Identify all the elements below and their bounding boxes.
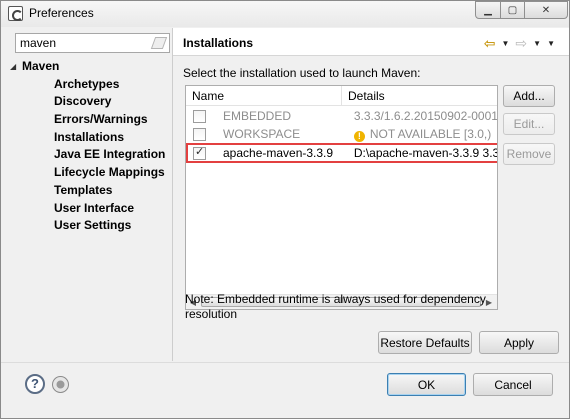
tree-item-archetypes[interactable]: Archetypes	[10, 76, 170, 94]
forward-arrow-icon[interactable]: ⇨	[515, 35, 527, 52]
preferences-tree: ◢ Maven Archetypes Discovery Errors/Warn…	[10, 58, 170, 235]
tree-item-java-ee-integration[interactable]: Java EE Integration	[10, 146, 170, 164]
edit-button[interactable]: Edit...	[503, 113, 555, 135]
tree-item-installations[interactable]: Installations	[10, 129, 170, 147]
window-title: Preferences	[29, 6, 94, 20]
row-name: EMBEDDED	[223, 109, 292, 123]
table-header: Name Details	[186, 86, 497, 106]
installations-page: Installations ⇦ ▼ ⇨ ▼ ▼ Select the insta…	[173, 28, 569, 361]
instruction-text: Select the installation used to launch M…	[183, 66, 421, 80]
warning-icon: !	[353, 130, 365, 142]
table-row[interactable]: WORKSPACE ! NOT AVAILABLE [3.0,)	[186, 125, 497, 143]
row-details-cell: ! NOT AVAILABLE [3.0,)	[345, 126, 497, 142]
tree-item-errors-warnings[interactable]: Errors/Warnings	[10, 111, 170, 129]
row-details: D:\apache-maven-3.3.9 3.3.9	[353, 146, 498, 160]
row-name: WORKSPACE	[223, 127, 301, 141]
page-header: Installations ⇦ ▼ ⇨ ▼ ▼	[173, 28, 569, 56]
tree-item-user-settings[interactable]: User Settings	[10, 217, 170, 235]
row-name: apache-maven-3.3.9	[223, 146, 334, 160]
collapse-triangle-icon[interactable]: ◢	[10, 58, 16, 76]
table-row-selected[interactable]: apache-maven-3.3.9 D:\apache-maven-3.3.9…	[186, 143, 498, 163]
column-header-details[interactable]: Details	[342, 86, 497, 106]
row-checkbox-checked[interactable]	[193, 145, 206, 160]
tree-item-label: Maven	[22, 59, 60, 73]
remove-button[interactable]: Remove	[503, 143, 555, 165]
embedded-note: Note: Embedded runtime is always used fo…	[185, 292, 486, 321]
restore-defaults-button[interactable]: Restore Defaults	[378, 331, 472, 354]
forward-menu-chevron-down-icon[interactable]: ▼	[533, 39, 541, 48]
close-button[interactable]: ✕	[524, 1, 568, 19]
tree-item-discovery[interactable]: Discovery	[10, 93, 170, 111]
title-bar: Preferences ▁ ▢ ✕	[1, 1, 569, 27]
ok-button[interactable]: OK	[387, 373, 466, 396]
filter-text: maven	[20, 36, 57, 50]
eclipse-app-icon	[8, 6, 23, 21]
filter-input[interactable]: maven	[15, 33, 170, 53]
add-button[interactable]: Add...	[503, 85, 555, 107]
history-nav: ⇦ ▼ ⇨ ▼ ▼	[484, 35, 555, 52]
clear-filter-icon[interactable]	[150, 37, 168, 49]
page-title: Installations	[183, 36, 254, 50]
footer-divider	[1, 362, 569, 363]
table-row[interactable]: EMBEDDED 3.3.3/1.6.2.20150902-0001	[186, 107, 498, 125]
row-details: 3.3.3/1.6.2.20150902-0001	[353, 109, 498, 123]
row-details: NOT AVAILABLE [3.0,)	[369, 126, 492, 141]
record-icon[interactable]	[52, 376, 69, 393]
row-checkbox[interactable]	[193, 127, 206, 141]
tree-item-lifecycle-mappings[interactable]: Lifecycle Mappings	[10, 164, 170, 182]
view-menu-chevron-down-icon[interactable]: ▼	[547, 39, 555, 48]
help-icon[interactable]: ?	[25, 374, 45, 394]
apply-button[interactable]: Apply	[479, 331, 559, 354]
maximize-button[interactable]: ▢	[500, 1, 525, 19]
back-arrow-icon[interactable]: ⇦	[484, 35, 496, 52]
preferences-nav-pane: maven ◢ Maven Archetypes Discovery Error…	[10, 31, 170, 361]
preferences-window: Preferences ▁ ▢ ✕ maven ◢ Maven Archetyp…	[0, 0, 570, 419]
minimize-button[interactable]: ▁	[475, 1, 501, 19]
column-header-name[interactable]: Name	[186, 86, 342, 106]
tree-item-templates[interactable]: Templates	[10, 182, 170, 200]
installations-table: Name Details EMBEDDED 3.3.3/1.6.2.201509…	[185, 85, 498, 310]
tree-item-user-interface[interactable]: User Interface	[10, 200, 170, 218]
row-checkbox[interactable]	[193, 109, 206, 123]
tree-item-maven[interactable]: ◢ Maven	[10, 58, 170, 76]
back-menu-chevron-down-icon[interactable]: ▼	[502, 39, 510, 48]
cancel-button[interactable]: Cancel	[473, 373, 553, 396]
